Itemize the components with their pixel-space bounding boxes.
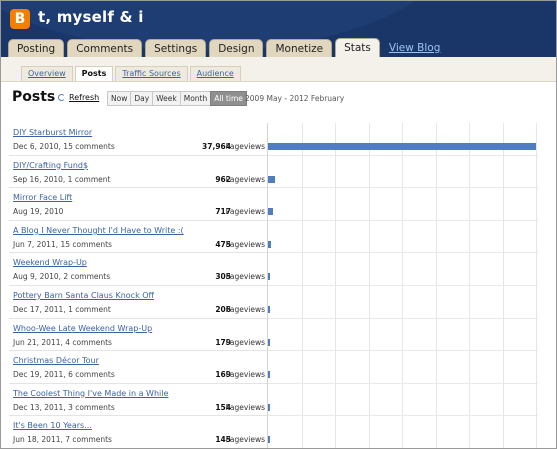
main-tabs: Posting Comments Settings Design Monetiz… [8, 38, 440, 57]
pageview-bar [268, 403, 270, 411]
tab-posting[interactable]: Posting [8, 39, 65, 57]
post-meta: Jun 18, 2011, 7 comments [13, 435, 112, 445]
pageview-unit: Pageviews [225, 174, 265, 184]
pageview-bar [268, 371, 270, 379]
time-range-selector: Now Day Week Month All time [107, 91, 247, 106]
chart-gridline [469, 123, 470, 448]
subtab-posts[interactable]: Posts [74, 66, 114, 81]
table-row: DIY/Crafting Fund$ Sep 16, 2010, 1 commen… [9, 156, 267, 189]
pageview-unit: Pageviews [225, 435, 265, 445]
chart-row-divider [268, 350, 538, 352]
chart-row-divider [268, 154, 538, 156]
posts-table: DIY Starburst Mirror Dec 6, 2010, 15 comm… [9, 123, 267, 448]
subtab-overview[interactable]: Overview [21, 66, 73, 81]
chart-gridline [335, 123, 336, 448]
pageview-unit: Pageviews [225, 142, 265, 151]
table-row: A Blog I Never Thought I'd Have to Write… [9, 221, 267, 254]
post-title-link[interactable]: Weekend Wrap-Up [13, 258, 87, 267]
pageviews-bar-chart [267, 123, 538, 448]
chart-gridline [301, 123, 303, 448]
post-meta: Jun 21, 2011, 4 comments [13, 337, 112, 347]
post-title-link[interactable]: DIY Starburst Mirror [13, 128, 92, 137]
chart-row-divider [268, 317, 538, 319]
post-title-link[interactable]: Whoo-Wee Late Weekend Wrap-Up [13, 324, 152, 333]
range-day-button[interactable]: Day [130, 91, 154, 106]
post-title-link[interactable]: It's Been 10 Years... [13, 421, 92, 430]
range-now-button[interactable]: Now [107, 91, 132, 106]
tab-monetize[interactable]: Monetize [266, 39, 333, 57]
chart-row-divider [268, 285, 538, 286]
post-title-link[interactable]: Christmas Décor Tour [13, 356, 99, 365]
post-meta: Dec 6, 2010, 15 comments [13, 142, 115, 151]
tab-stats[interactable]: Stats [335, 38, 380, 57]
pageview-bar [268, 306, 270, 313]
tab-settings[interactable]: Settings [145, 39, 207, 57]
chart-gridline [536, 123, 537, 448]
pageview-bar [268, 143, 536, 150]
pageview-bar [268, 436, 270, 444]
post-title-link[interactable]: A Blog I Never Thought I'd Have to Write… [13, 226, 184, 235]
range-month-button[interactable]: Month [179, 91, 212, 106]
tab-comments[interactable]: Comments [67, 39, 143, 57]
post-meta: Dec 13, 2011, 3 comments [13, 402, 115, 412]
post-title-link[interactable]: Mirror Face Lift [13, 193, 72, 202]
post-title-link[interactable]: DIY/Crafting Fund$ [13, 161, 88, 170]
pageview-bar [268, 175, 275, 183]
date-range-label: 2009 May - 2012 February [245, 94, 345, 103]
chart-gridline [368, 123, 370, 448]
refresh-button[interactable]: Refresh [58, 93, 99, 102]
pageview-unit: Pageviews [225, 272, 265, 282]
post-meta: Jun 7, 2011, 15 comments [13, 239, 112, 249]
chart-gridline [402, 123, 403, 448]
table-row: Whoo-Wee Late Weekend Wrap-Up Jun 21, 201… [9, 319, 267, 352]
chart-row-divider [268, 415, 538, 417]
post-meta: Sep 16, 2010, 1 comment [13, 174, 111, 184]
table-row: Pottery Barn Santa Claus Knock Off Dec 17… [9, 286, 267, 319]
blogger-header: B t, myself & i Posting Comments Setting… [1, 1, 556, 57]
chart-row-divider [268, 252, 538, 254]
table-row: Weekend Wrap-Up Aug 9, 2010, 2 comments 30… [9, 253, 267, 286]
refresh-icon [58, 94, 65, 101]
pageview-unit: Pageviews [225, 304, 265, 314]
post-title-link[interactable]: Pottery Barn Santa Claus Knock Off [13, 291, 154, 300]
chart-gridline [435, 123, 437, 448]
pageview-unit: Pageviews [225, 337, 265, 347]
blogger-logo-icon[interactable]: B [10, 9, 30, 29]
pageview-unit: Pageviews [225, 370, 265, 380]
range-all-time-button[interactable]: All time [210, 91, 247, 106]
pageview-bar [268, 338, 270, 346]
stats-subnav: Overview Posts Traffic Sources Audience [1, 57, 556, 82]
post-title-link[interactable]: The Coolest Thing I've Made in a While [13, 389, 168, 398]
page-title: Posts [12, 89, 56, 105]
subtab-audience[interactable]: Audience [189, 66, 241, 81]
post-meta: Dec 19, 2011, 6 comments [13, 370, 115, 380]
pageview-bar [268, 273, 271, 281]
subtab-traffic-sources[interactable]: Traffic Sources [115, 66, 188, 81]
post-meta: Aug 9, 2010, 2 comments [13, 272, 111, 282]
chart-row-divider [268, 187, 538, 189]
view-blog-link[interactable]: View Blog [389, 39, 440, 57]
range-week-button[interactable]: Week [152, 91, 181, 106]
chart-row-divider [268, 219, 538, 221]
tab-design[interactable]: Design [209, 39, 264, 57]
pageview-bar [268, 240, 272, 248]
table-row: The Coolest Thing I've Made in a While De… [9, 384, 267, 417]
logo-letter: B [14, 11, 26, 27]
table-row: Christmas Décor Tour Dec 19, 2011, 6 comm… [9, 351, 267, 384]
pageview-unit: Pageviews [225, 207, 265, 217]
refresh-label: Refresh [69, 93, 100, 102]
pageview-unit: Pageviews [225, 239, 265, 249]
pageview-unit: Pageviews [225, 402, 265, 412]
blog-title: t, myself & i [38, 8, 144, 26]
post-meta: Dec 17, 2011, 1 comment [13, 304, 111, 314]
table-row: Mirror Face Lift Aug 19, 2010 717 Pageviews [9, 188, 267, 221]
post-meta: Aug 19, 2010 [13, 207, 64, 217]
table-row: DIY Starburst Mirror Dec 6, 2010, 15 comm… [9, 123, 267, 156]
chart-row-divider [268, 382, 538, 384]
chart-gridline [502, 123, 504, 448]
app-window: B t, myself & i Posting Comments Setting… [0, 0, 557, 449]
pageview-bar [268, 208, 274, 216]
table-row: It's Been 10 Years... Jun 18, 2011, 7 com… [9, 416, 267, 448]
